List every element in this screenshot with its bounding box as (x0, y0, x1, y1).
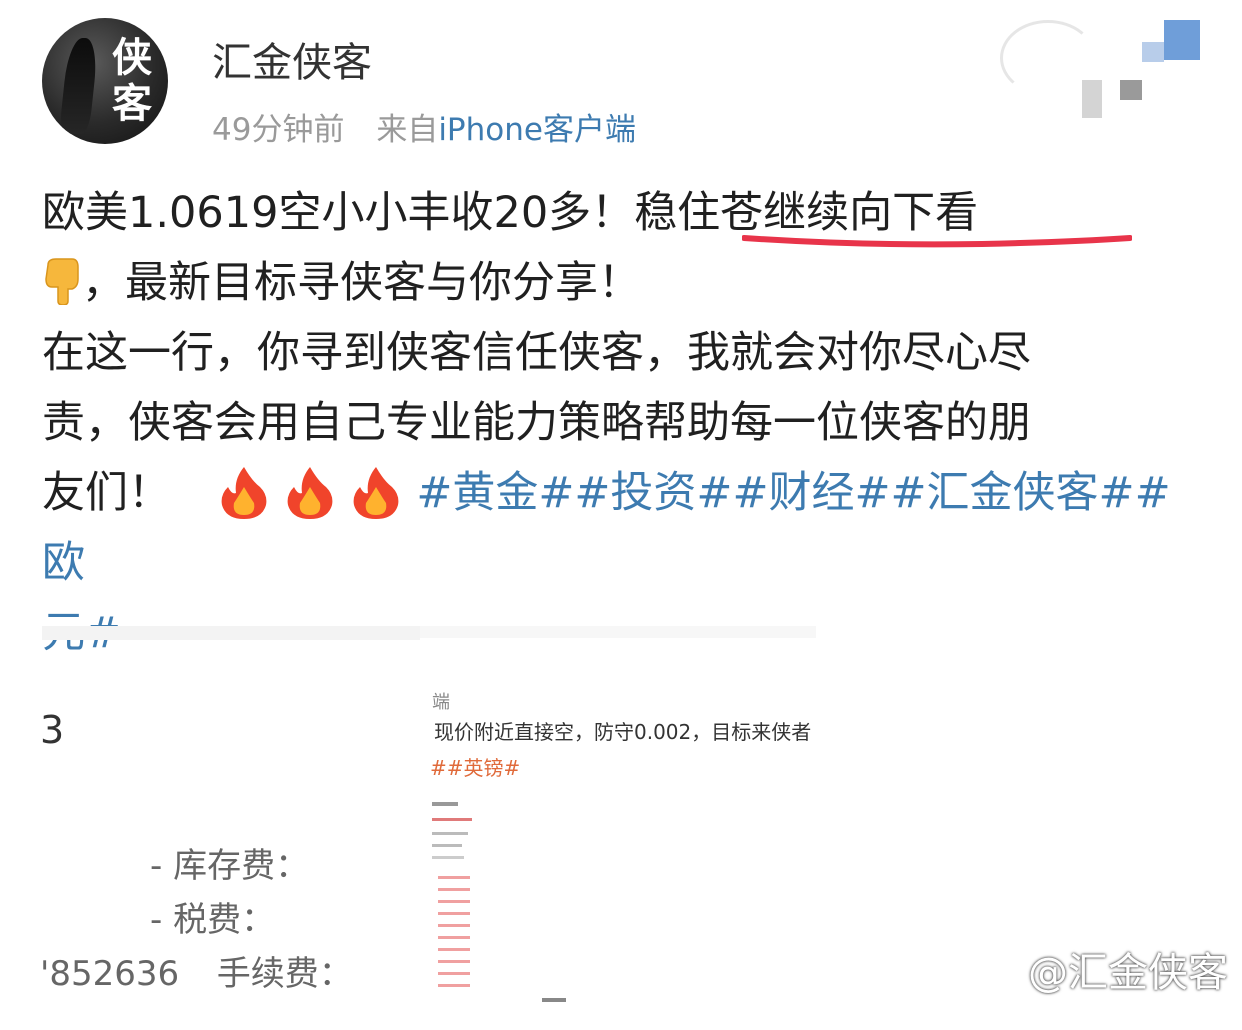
embedded-table-thumbnail (430, 796, 482, 996)
pixel-deco (1120, 80, 1142, 100)
weibo-logo-icon (995, 960, 1027, 987)
avatar-char-1: 侠 (112, 34, 152, 81)
embedded-hashtag: ##英镑# (430, 756, 521, 780)
post-body: 欧美1.0619空小小丰收20多！稳住苍继续向下看 ，最新目标寻侠客与你分享！ … (42, 178, 1212, 668)
post-time: 49分钟前 (212, 112, 345, 148)
embedded-text: 现价附近直接空，防守0.002，目标来侠者 (434, 720, 812, 744)
embedded-number: 3 (40, 708, 65, 752)
post-meta: 49分钟前 来自iPhone客户端 (212, 104, 636, 149)
post-text: 友们！ (42, 468, 171, 518)
pixel-deco (1082, 80, 1102, 118)
embedded-screenshot-left-header (42, 626, 420, 640)
fire-icon (353, 467, 399, 519)
fire-icon (287, 467, 333, 519)
weibo-watermark: @汇金侠客 (994, 940, 1228, 998)
avatar-char-2: 客 (112, 80, 152, 127)
hand-pointing-down-icon (42, 256, 82, 306)
embedded-fee-row: '852636 手续费： (40, 946, 353, 995)
embedded-text: 端 (432, 692, 450, 713)
embedded-mark (542, 998, 566, 1002)
embedded-screenshot-right-header (420, 626, 816, 638)
post-text: ，最新目标寻侠客与你分享！ (82, 258, 641, 308)
watermark-text: @汇金侠客 (1028, 950, 1228, 996)
red-underline-annotation (742, 235, 1132, 248)
username[interactable]: 汇金侠客 (212, 30, 372, 88)
post-line: 在这一行，你寻到侠客信任侠客，我就会对你尽心尽 (42, 328, 1031, 378)
embedded-fee-label: - 税费： (150, 900, 276, 940)
pixel-deco (1164, 20, 1200, 60)
source-prefix: 来自 (376, 112, 439, 148)
post-line: 责，侠客会用自己专业能力策略帮助每一位侠客的朋 (42, 398, 1031, 448)
source-client-link[interactable]: iPhone客户端 (438, 112, 636, 148)
post-line: 友们！ #黄金##投资##财经##汇金侠客##欧 (42, 458, 1212, 598)
avatar[interactable]: 侠 客 (42, 18, 168, 144)
embedded-fee-label: 手续费： (216, 954, 353, 994)
hashtags-link[interactable]: #黄金##投资##财经##汇金侠客##欧 (42, 468, 1171, 588)
fire-icon (221, 467, 267, 519)
post-text: 欧美1.0619空小小丰收20多！ (42, 188, 635, 238)
pixel-deco (1142, 42, 1164, 62)
embedded-account-number: '852636 (40, 954, 180, 994)
post-line: ，最新目标寻侠客与你分享！ (42, 248, 1212, 318)
avatar-figure (58, 38, 100, 134)
embedded-fee-label: - 库存费： (150, 846, 310, 886)
